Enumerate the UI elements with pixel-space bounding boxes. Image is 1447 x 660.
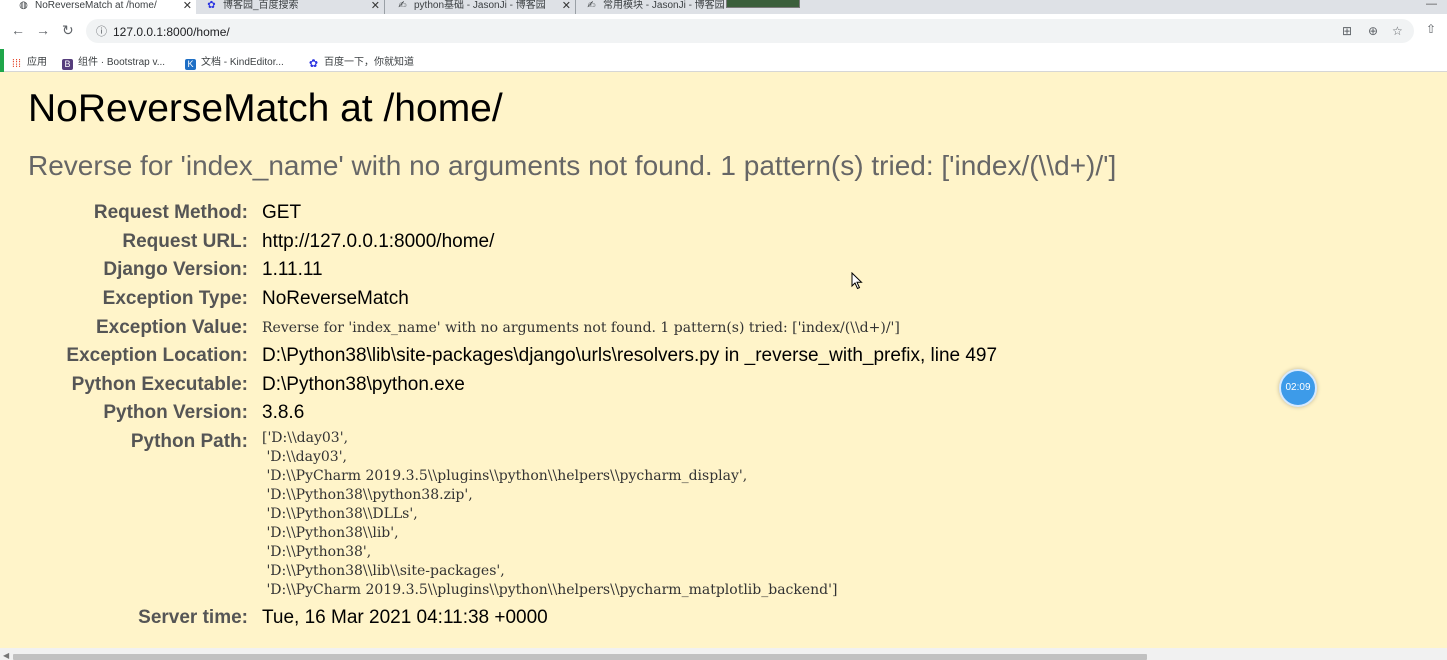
python-path-entry: 'D:\\PyCharm 2019.3.5\\plugins\\python\\… — [262, 582, 838, 598]
address-bar[interactable]: ⓘ 127.0.0.1:8000/home/ ⊞ ⊕ ☆ — [86, 19, 1414, 43]
translate-icon[interactable]: ⊞ — [1342, 24, 1352, 38]
detail-key: Python Path: — [130, 431, 248, 452]
python-path-entry: 'D:\\Python38\\lib', — [262, 525, 399, 541]
cnblogs-icon: ✍ — [587, 0, 596, 11]
bookmark-baidu[interactable]: ✿ 百度一下，你就知道 — [308, 53, 414, 70]
python-path-entry: 'D:\\Python38\\python38.zip', — [262, 487, 473, 503]
bookmark-label: 文档 - KindEditor... — [201, 57, 284, 68]
python-path-entry: 'D:\\Python38\\lib\\site-packages', — [262, 563, 505, 579]
apps-grid-icon: ⁞⁞⁞ — [11, 58, 22, 70]
horizontal-scrollbar[interactable]: ◀ — [0, 648, 1447, 660]
address-toolbar: ← → ↻ ⓘ 127.0.0.1:8000/home/ ⊞ ⊕ ☆ ⇧ — [0, 14, 1447, 49]
baidu-paw-icon: ✿ — [308, 58, 319, 70]
bootstrap-icon: B — [62, 59, 73, 70]
bookmark-label: 应用 — [27, 57, 47, 68]
python-path-entry: 'D:\\day03', — [262, 449, 348, 465]
close-icon[interactable]: ✕ — [183, 0, 192, 12]
tab-title: 博客园_百度搜索 — [223, 0, 299, 11]
info-icon[interactable]: ⓘ — [96, 23, 107, 39]
extension-icon[interactable]: ⇧ — [1426, 22, 1436, 36]
detail-value: D:\Python38\lib\site-packages\django\url… — [262, 345, 998, 366]
detail-value: 1.11.11 — [262, 259, 323, 280]
cnblogs-icon: ✍ — [398, 0, 407, 11]
detail-key: Exception Location: — [66, 345, 248, 366]
detail-key: Python Version: — [103, 402, 248, 423]
url-text[interactable]: 127.0.0.1:8000/home/ — [113, 25, 230, 39]
tab-noreversematch[interactable]: ◍ NoReverseMatch at /home/ ✕ — [0, 0, 196, 14]
python-path-list: ['D:\\day03', 'D:\\day03', 'D:\\PyCharm … — [262, 429, 837, 600]
django-error-page: NoReverseMatch at /home/ Reverse for 'in… — [0, 72, 1447, 648]
detail-value: Reverse for 'index_name' with no argumen… — [262, 320, 900, 336]
bookmark-label: 组件 · Bootstrap v... — [78, 57, 166, 68]
detail-value: NoReverseMatch — [262, 288, 409, 309]
tab-strip: ◍ NoReverseMatch at /home/ ✕ ✿ 博客园_百度搜索 ✕ … — [0, 0, 1447, 14]
tab-python-basics[interactable]: ✍ python基础 - JasonJi - 博客园 ✕ — [387, 0, 576, 14]
tab-baidu-search[interactable]: ✿ 博客园_百度搜索 ✕ — [198, 0, 385, 14]
python-path-entry: 'D:\\Python38\\DLLs', — [262, 506, 418, 522]
detail-key: Request URL: — [122, 231, 248, 252]
back-arrow-icon[interactable]: ← — [11, 22, 25, 38]
tab-title: NoReverseMatch at /home/ — [35, 0, 157, 11]
recording-badge — [726, 0, 800, 8]
paw-icon: ✿ — [207, 0, 216, 11]
bookmark-label: 百度一下，你就知道 — [324, 57, 414, 68]
bookmark-apps[interactable]: ⁞⁞⁞ 应用 — [11, 53, 47, 70]
tab-common-modules[interactable]: ✍ 常用模块 - JasonJi - 博客园 — [578, 0, 728, 14]
error-summary: Reverse for 'index_name' with no argumen… — [28, 150, 1117, 181]
detail-key: Server time: — [138, 607, 248, 628]
scrollbar-thumb[interactable] — [13, 654, 1147, 660]
scroll-left-icon[interactable]: ◀ — [3, 651, 9, 660]
python-path-entry: 'D:\\PyCharm 2019.3.5\\plugins\\python\\… — [262, 468, 748, 484]
bookmarks-bar: ⁞⁞⁞ 应用 B 组件 · Bootstrap v... K 文档 - KindEdi… — [0, 49, 1447, 72]
detail-key: Exception Value: — [95, 317, 248, 338]
python-path-entry: ['D:\\day03', — [262, 430, 349, 446]
close-icon[interactable]: ✕ — [562, 0, 571, 12]
bookmark-kindeditor[interactable]: K 文档 - KindEditor... — [185, 53, 284, 70]
detail-key: Exception Type: — [102, 288, 248, 309]
python-path-entry: 'D:\\Python38', — [262, 544, 372, 560]
recording-timer[interactable]: 02:09 — [1279, 369, 1317, 407]
close-icon[interactable]: ✕ — [371, 0, 380, 12]
detail-value: GET — [262, 202, 302, 223]
tab-title: python基础 - JasonJi - 博客园 — [414, 0, 546, 11]
detail-key: Django Version: — [103, 259, 248, 280]
reload-icon[interactable]: ↻ — [62, 22, 74, 39]
detail-value: 3.8.6 — [262, 402, 305, 423]
kindeditor-icon: K — [185, 59, 196, 70]
minimize-icon[interactable]: — — [1426, 0, 1437, 10]
zoom-icon[interactable]: ⊕ — [1368, 24, 1378, 38]
globe-icon: ◍ — [19, 0, 28, 11]
bookmark-bootstrap[interactable]: B 组件 · Bootstrap v... — [62, 53, 165, 70]
tab-title: 常用模块 - JasonJi - 博客园 — [603, 0, 725, 11]
detail-value: Tue, 16 Mar 2021 04:11:38 +0000 — [262, 607, 548, 628]
detail-value: D:\Python38\python.exe — [262, 374, 465, 395]
detail-key: Python Executable: — [71, 374, 248, 395]
detail-key: Request Method: — [93, 202, 248, 223]
star-icon[interactable]: ☆ — [1392, 24, 1403, 38]
page-title: NoReverseMatch at /home/ — [28, 87, 503, 130]
forward-arrow-icon[interactable]: → — [36, 22, 50, 38]
detail-value: http://127.0.0.1:8000/home/ — [262, 231, 495, 252]
